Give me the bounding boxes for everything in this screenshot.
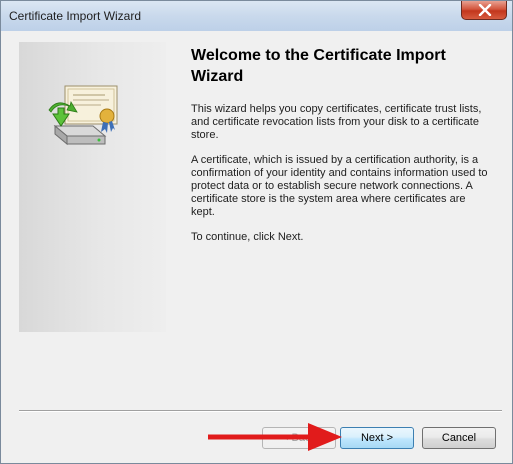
title-bar[interactable]: Certificate Import Wizard bbox=[1, 1, 512, 31]
wizard-side-panel bbox=[19, 42, 166, 332]
certificate-import-icon bbox=[48, 85, 118, 146]
certificate-description-paragraph: A certificate, which is issued by a cert… bbox=[191, 154, 488, 218]
red-arrow-icon bbox=[208, 423, 342, 451]
window-title: Certificate Import Wizard bbox=[9, 9, 142, 23]
close-button[interactable] bbox=[461, 1, 507, 20]
wizard-body: Welcome to the Certificate Import Wizard… bbox=[8, 31, 505, 459]
footer-divider bbox=[19, 410, 502, 412]
cancel-button[interactable]: Cancel bbox=[422, 427, 496, 449]
intro-paragraph: This wizard helps you copy certificates,… bbox=[191, 103, 482, 141]
next-button[interactable]: Next > bbox=[340, 427, 414, 449]
page-title: Welcome to the Certificate Import Wizard bbox=[191, 47, 446, 85]
certificate-import-wizard-window: Certificate Import Wizard Welcome to the… bbox=[0, 0, 513, 464]
continue-instruction: To continue, click Next. bbox=[191, 231, 304, 243]
close-icon bbox=[478, 4, 492, 16]
